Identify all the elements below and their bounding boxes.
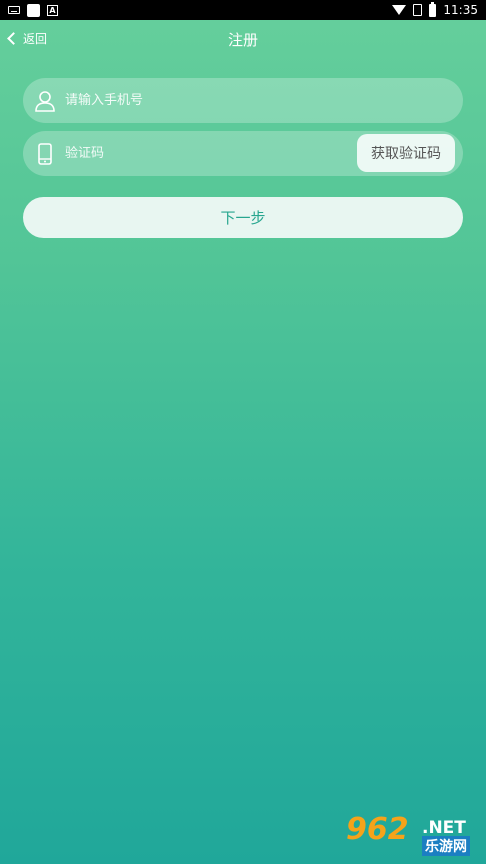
no-sim-icon (413, 4, 423, 16)
keyboard-icon (8, 6, 20, 14)
page-title: 注册 (227, 31, 258, 49)
site-watermark-logo: 962 .NET 乐游网 (346, 812, 480, 858)
a-notification-icon: A (47, 4, 58, 16)
header: 返回 注册 (0, 20, 486, 58)
app-notification-icon (27, 3, 40, 17)
phone-input[interactable] (65, 93, 463, 108)
battery-icon (429, 1, 437, 17)
watermark-cn: 乐游网 (422, 836, 470, 856)
wifi-icon (392, 5, 407, 15)
get-code-button[interactable]: 获取验证码 (357, 134, 455, 172)
phone-field (23, 78, 463, 123)
next-button[interactable]: 下一步 (23, 197, 463, 238)
watermark-net: .NET (422, 818, 466, 838)
phone-icon (35, 142, 55, 166)
status-time: 11:35 (443, 3, 478, 17)
code-field: 获取验证码 (23, 131, 463, 176)
watermark-number: 962 (346, 812, 409, 847)
status-bar: A 11:35 (0, 0, 486, 20)
user-icon (35, 89, 55, 113)
